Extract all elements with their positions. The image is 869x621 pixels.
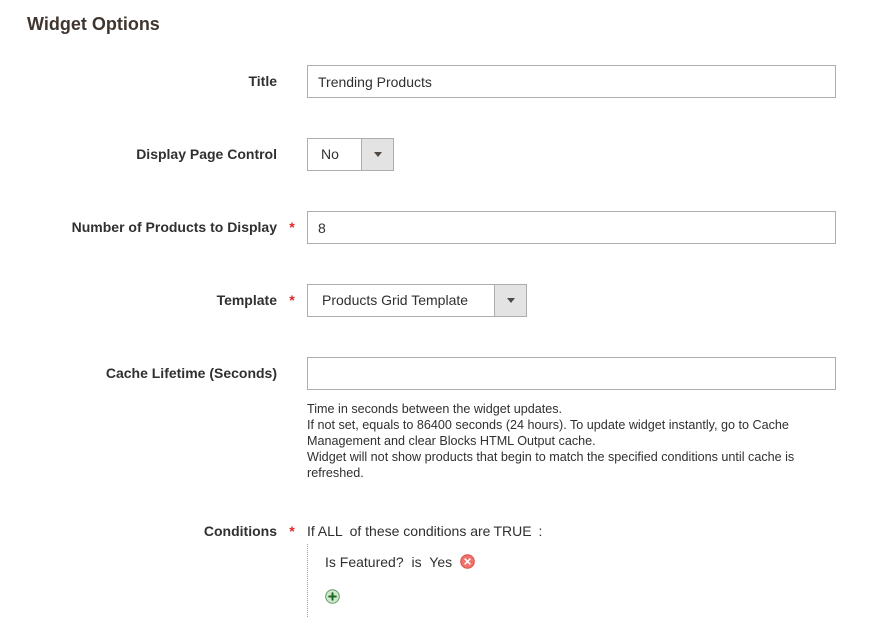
template-select[interactable]: Products Grid Template — [307, 284, 527, 317]
widget-options-panel: Widget Options Title Display Page Contro… — [0, 0, 869, 621]
conditions-tree: Is Featured? is Yes — [307, 544, 836, 617]
select-value: No — [308, 139, 361, 170]
cache-lifetime-note: Time in seconds between the widget updat… — [307, 401, 819, 481]
aggregator-suffix: : — [538, 523, 542, 539]
note-line: If not set, equals to 86400 seconds (24 … — [307, 417, 819, 449]
condition-rule-row: Is Featured? is Yes — [325, 552, 836, 572]
page-title: Widget Options — [27, 14, 869, 35]
select-value: Products Grid Template — [308, 285, 494, 316]
select-arrow-button[interactable] — [361, 139, 393, 170]
remove-condition-icon[interactable] — [460, 554, 475, 569]
conditions-label: Conditions — [0, 521, 277, 541]
add-condition-icon[interactable] — [325, 589, 340, 604]
required-marker: * — [277, 211, 307, 244]
form-row-cache-lifetime: Cache Lifetime (Seconds) Time in seconds… — [0, 357, 869, 481]
aggregator-prefix: If — [307, 523, 315, 539]
form-row-display-page-control: Display Page Control No — [0, 138, 869, 171]
form-row-title: Title — [0, 65, 869, 98]
aggregator-chooser[interactable]: ALL — [318, 523, 343, 539]
aggregator-value-chooser[interactable]: TRUE — [493, 523, 531, 539]
cache-lifetime-input[interactable] — [307, 357, 836, 390]
chevron-down-icon — [374, 152, 382, 157]
template-label: Template — [0, 284, 277, 317]
form-row-number-of-products: Number of Products to Display * — [0, 211, 869, 244]
condition-operator[interactable]: is — [412, 554, 422, 570]
chevron-down-icon — [507, 298, 515, 303]
condition-value[interactable]: Yes — [429, 554, 452, 570]
form-row-conditions: Conditions * IfALL of these conditions a… — [0, 521, 869, 617]
condition-add-row — [325, 589, 836, 605]
select-arrow-button[interactable] — [494, 285, 526, 316]
required-marker: * — [277, 521, 307, 541]
display-page-control-label: Display Page Control — [0, 138, 277, 171]
form-row-template: Template * Products Grid Template — [0, 284, 869, 317]
aggregator-middle: of these conditions are — [350, 523, 491, 539]
display-page-control-select[interactable]: No — [307, 138, 394, 171]
required-marker: * — [277, 284, 307, 317]
note-line: Widget will not show products that begin… — [307, 449, 819, 481]
number-of-products-input[interactable] — [307, 211, 836, 244]
note-line: Time in seconds between the widget updat… — [307, 401, 819, 417]
cache-lifetime-label: Cache Lifetime (Seconds) — [0, 357, 277, 390]
condition-attribute[interactable]: Is Featured? — [325, 554, 404, 570]
number-of-products-label: Number of Products to Display — [0, 211, 277, 244]
title-input[interactable] — [307, 65, 836, 98]
title-label: Title — [0, 65, 277, 98]
conditions-aggregator-line: IfALL of these conditions areTRUE : — [307, 521, 836, 541]
